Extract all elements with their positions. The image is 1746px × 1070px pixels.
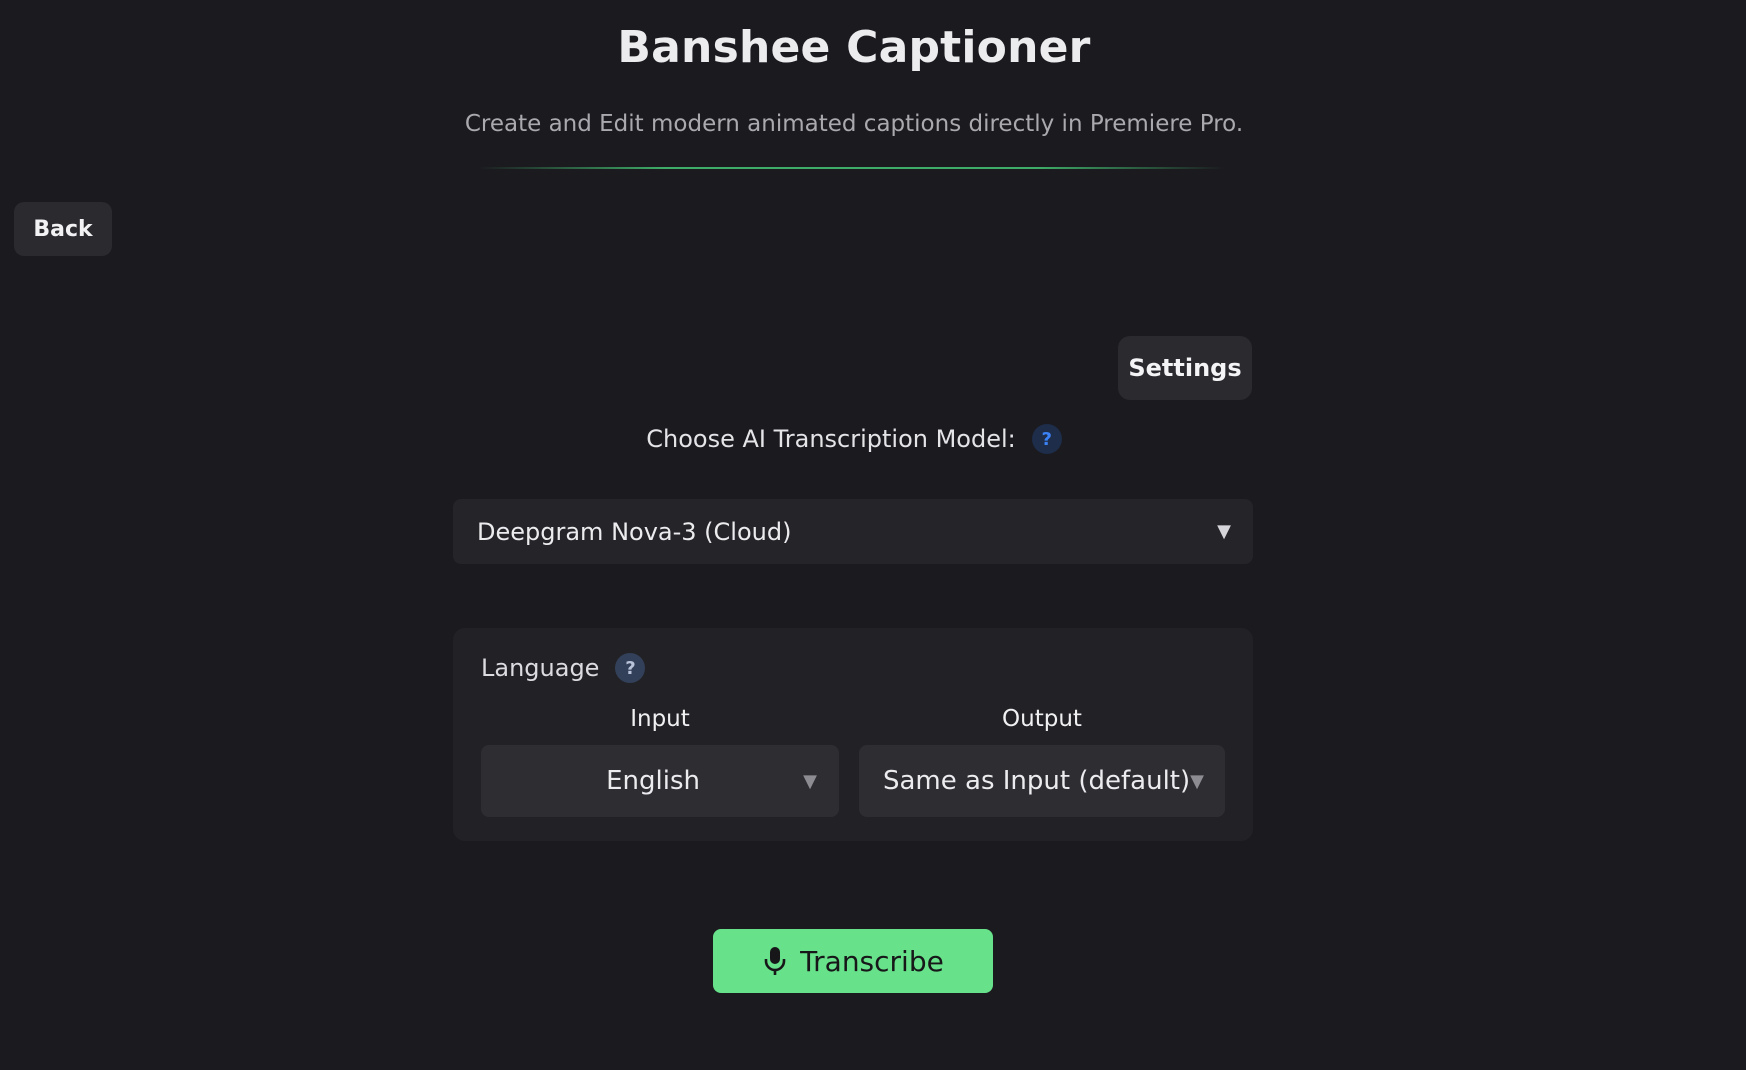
language-panel: Language ? Input Output English ▼ Same a… [453,628,1253,841]
transcribe-button[interactable]: Transcribe [713,929,993,993]
input-language-value: English [606,766,701,796]
model-label-row: Choose AI Transcription Model: ? [0,424,1708,454]
model-label: Choose AI Transcription Model: [646,425,1016,453]
chevron-down-icon: ▼ [1217,521,1231,542]
chevron-down-icon: ▼ [803,770,817,792]
header-divider [478,167,1224,169]
chevron-down-icon: ▼ [1190,770,1204,792]
settings-button[interactable]: Settings [1118,336,1252,400]
language-help-icon[interactable]: ? [615,653,646,683]
language-title: Language [481,654,600,682]
page-title: Banshee Captioner [617,22,1091,73]
model-select[interactable]: Deepgram Nova-3 (Cloud) ▼ [453,499,1253,564]
model-help-icon[interactable]: ? [1031,424,1062,454]
output-language-value: Same as Input (default) [883,766,1191,796]
model-select-value: Deepgram Nova-3 (Cloud) [477,517,792,546]
output-language-select[interactable]: Same as Input (default) ▼ [859,745,1225,817]
input-language-select[interactable]: English ▼ [481,745,839,817]
page-subtitle: Create and Edit modern animated captions… [464,111,1244,137]
microphone-icon [762,946,788,976]
transcribe-label: Transcribe [800,944,944,978]
back-button[interactable]: Back [14,202,112,256]
output-language-label: Output [1002,706,1082,732]
input-language-label: Input [630,706,690,732]
language-header: Language ? [481,653,646,683]
app-window: Banshee Captioner Create and Edit modern… [0,0,1746,1070]
